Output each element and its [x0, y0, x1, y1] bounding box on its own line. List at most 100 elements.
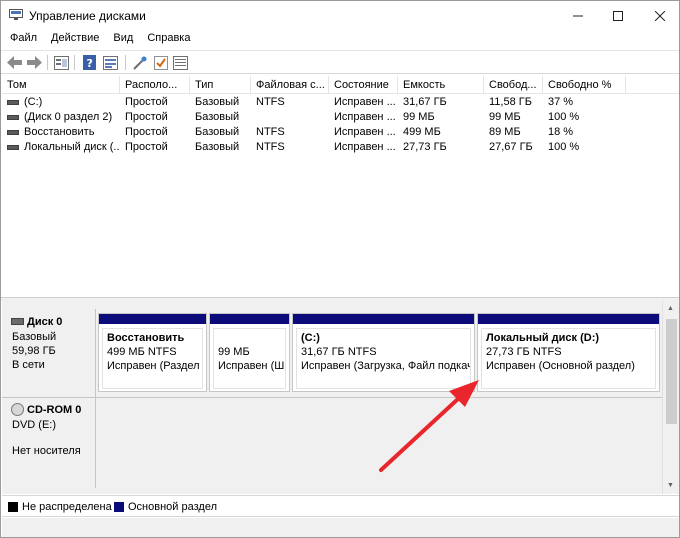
volume-free-space: 27,67 ГБ: [489, 141, 533, 153]
volume-free-percent: 37 %: [548, 96, 574, 108]
wand-icon: [133, 56, 147, 70]
connect-button[interactable]: [132, 54, 149, 71]
close-button[interactable]: [637, 1, 679, 30]
volume-icon: [7, 130, 19, 135]
disk-row-divider: [2, 397, 662, 398]
volume-type: Базовый: [195, 96, 240, 108]
check-button[interactable]: [152, 54, 169, 71]
legend-label-unallocated: Не распределена: [22, 501, 112, 513]
volume-list-header: Том Располо... Тип Файловая с... Состоян…: [2, 76, 679, 94]
properties-icon: [103, 55, 118, 70]
volume-row[interactable]: (Диск 0 раздел 2) Простой Базовый Исправ…: [2, 110, 679, 125]
disk-management-window: Управление дисками Файл Действие Вид Спр…: [0, 0, 680, 538]
disk-graphical-view: Диск 0 Базовый 59,98 ГБ В сети Восстанов…: [2, 301, 679, 494]
volume-layout: Простой: [125, 141, 168, 153]
column-header-status[interactable]: Состояние: [329, 76, 398, 94]
partition-body: 99 МБ Исправен (Ш: [213, 328, 286, 389]
volume-free-percent: 100 %: [548, 111, 580, 123]
volume-row[interactable]: (C:) Простой Базовый NTFS Исправен ... 3…: [2, 95, 679, 110]
svg-text:?: ?: [87, 57, 93, 70]
volume-capacity: 27,73 ГБ: [403, 141, 447, 153]
close-icon: [655, 10, 665, 21]
disk-0-label[interactable]: Диск 0 Базовый 59,98 ГБ В сети: [3, 309, 96, 397]
menu-file[interactable]: Файл: [1, 30, 44, 49]
volume-icon: [7, 115, 19, 120]
volume-name: (Диск 0 раздел 2): [24, 111, 113, 123]
column-header-layout[interactable]: Располо...: [120, 76, 190, 94]
volume-filesystem: NTFS: [256, 96, 285, 108]
legend-swatch-unallocated: [8, 502, 18, 512]
toolbar-separator: [74, 55, 75, 70]
partition-title: Локальный диск (D:): [486, 332, 600, 344]
column-header-free-percent[interactable]: Свободно %: [543, 76, 626, 94]
partition-efi[interactable]: 99 МБ Исправен (Ш: [209, 313, 290, 392]
legend-bar: Не распределена Основной раздел: [2, 495, 679, 517]
volume-free-space: 11,58 ГБ: [489, 96, 532, 108]
volume-free-space: 89 МБ: [489, 126, 521, 138]
column-header-volume[interactable]: Том: [2, 76, 120, 94]
window-title: Управление дисками: [29, 9, 146, 23]
volume-status: Исправен ...: [334, 126, 396, 138]
menu-view[interactable]: Вид: [106, 30, 140, 49]
graph-scrollbar[interactable]: ▲ ▼: [662, 301, 679, 494]
partition-size: 499 МБ NTFS: [107, 346, 177, 358]
partition-d[interactable]: Локальный диск (D:) 27,73 ГБ NTFS Исправ…: [477, 313, 660, 392]
maximize-icon: [613, 10, 623, 21]
partition-bar: [99, 314, 206, 324]
column-header-type[interactable]: Тип: [190, 76, 251, 94]
volume-list: Том Располо... Тип Файловая с... Состоян…: [2, 76, 679, 297]
maximize-button[interactable]: [595, 1, 641, 30]
volume-capacity: 99 МБ: [403, 111, 435, 123]
menu-action[interactable]: Действие: [44, 30, 106, 49]
volume-filesystem: NTFS: [256, 126, 285, 138]
cd-drive-icon: [11, 403, 24, 416]
back-icon: [7, 56, 22, 69]
partition-body: Локальный диск (D:) 27,73 ГБ NTFS Исправ…: [481, 328, 656, 389]
menu-help[interactable]: Справка: [140, 30, 197, 49]
partition-size: 31,67 ГБ NTFS: [301, 346, 377, 358]
disk-status: В сети: [12, 359, 45, 371]
disk-name: Диск 0: [27, 316, 63, 328]
volume-name: (C:): [24, 96, 43, 108]
back-button[interactable]: [6, 54, 23, 71]
volume-capacity: 31,67 ГБ: [403, 96, 447, 108]
partition-title: Восстановить: [107, 332, 185, 344]
volume-row[interactable]: Восстановить Простой Базовый NTFS Исправ…: [2, 125, 679, 140]
partition-status: Исправен (Ш: [218, 360, 285, 372]
disk-list-button[interactable]: [53, 54, 70, 71]
help-icon: ?: [83, 55, 96, 70]
volume-row[interactable]: Локальный диск (... Простой Базовый NTFS…: [2, 140, 679, 155]
check-icon: [153, 55, 168, 70]
partition-body: Восстановить 499 МБ NTFS Исправен (Разде…: [102, 328, 203, 389]
settings-button[interactable]: [172, 54, 189, 71]
partition-c[interactable]: (C:) 31,67 ГБ NTFS Исправен (Загрузка, Ф…: [292, 313, 475, 392]
toolbar-separator: [125, 55, 126, 70]
volume-free-space: 99 МБ: [489, 111, 521, 123]
disk-status: Нет носителя: [12, 445, 81, 457]
partition-size: 99 МБ: [218, 346, 250, 358]
toolbar-separator: [47, 55, 48, 70]
volume-icon: [7, 100, 19, 105]
disk-list-icon: [54, 55, 69, 70]
partition-title: (C:): [301, 332, 320, 344]
volume-layout: Простой: [125, 111, 168, 123]
disk-type: Базовый: [12, 331, 57, 343]
legend-swatch-primary: [114, 502, 124, 512]
volume-status: Исправен ...: [334, 111, 396, 123]
partition-bar: [478, 314, 659, 324]
toolbar: ?: [1, 50, 679, 74]
volume-status: Исправен ...: [334, 96, 396, 108]
volume-free-percent: 18 %: [548, 126, 574, 138]
scroll-down-icon[interactable]: ▼: [667, 482, 674, 489]
scroll-up-icon[interactable]: ▲: [667, 305, 674, 312]
forward-button[interactable]: [26, 54, 43, 71]
scrollbar-thumb[interactable]: [666, 319, 677, 424]
cdrom-0-label[interactable]: CD-ROM 0 DVD (E:) Нет носителя: [3, 398, 96, 488]
properties-button[interactable]: [102, 54, 119, 71]
partition-recovery[interactable]: Восстановить 499 МБ NTFS Исправен (Разде…: [98, 313, 207, 392]
column-header-filesystem[interactable]: Файловая с...: [251, 76, 329, 94]
column-header-free-space[interactable]: Свобод...: [484, 76, 543, 94]
column-header-capacity[interactable]: Емкость: [398, 76, 484, 94]
partition-status: Исправен (Основной раздел): [486, 360, 635, 372]
help-button[interactable]: ?: [81, 54, 98, 71]
